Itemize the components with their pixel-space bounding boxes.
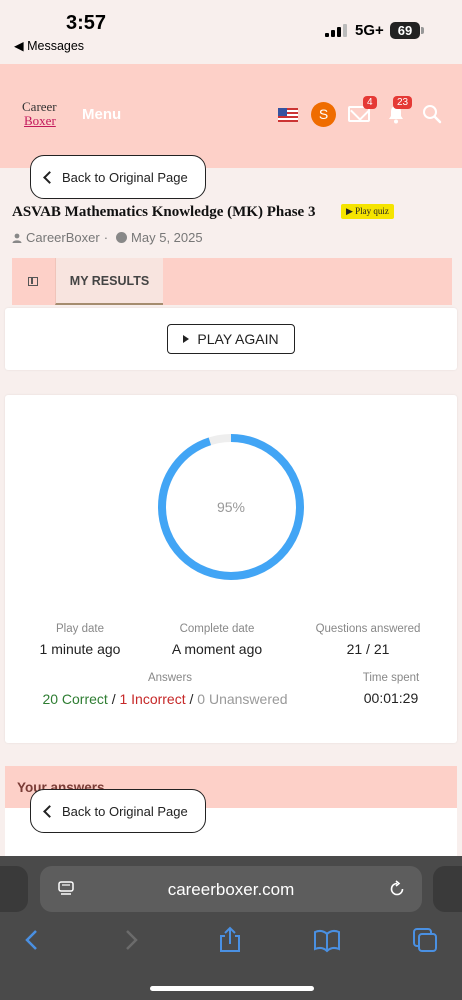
meta-separator: · <box>103 230 109 245</box>
avatar[interactable]: S <box>311 102 336 127</box>
tabs-icon[interactable] <box>411 926 439 954</box>
correct-count: 20 Correct <box>42 691 108 707</box>
signal-icon <box>325 24 347 37</box>
battery-icon: 69 <box>390 22 420 39</box>
quiz-title: ASVAB Mathematics Knowledge (MK) Phase 3 <box>12 204 316 220</box>
play-again-label: PLAY AGAIN <box>197 331 279 347</box>
stat-answers: Answers <box>115 672 225 690</box>
complete-date-value: A moment ago <box>171 641 263 657</box>
back-to-original-page-button[interactable]: Back to Original Page <box>30 155 206 199</box>
search-icon[interactable] <box>422 104 442 124</box>
chevron-left-icon <box>43 804 56 818</box>
quiz-meta: CareerBoxer · May 5, 2025 <box>12 230 203 245</box>
incorrect-count: 1 Incorrect <box>119 691 186 707</box>
url-text: careerboxer.com <box>167 880 295 899</box>
us-flag-icon[interactable] <box>278 108 298 122</box>
quiz-tabs: MY RESULTS <box>12 258 452 305</box>
play-again-card: PLAY AGAIN <box>5 308 457 370</box>
clock-icon <box>116 232 128 243</box>
back-icon[interactable] <box>18 926 46 954</box>
site-header: Career Boxer Menu S 4 23 <box>0 64 462 168</box>
status-bar: 3:57 ◀ Messages 5G+ 69 <box>0 0 462 64</box>
stat-questions-answered: Questions answered 21 / 21 <box>305 623 431 657</box>
questions-answered-value: 21 / 21 <box>346 641 390 657</box>
bookmarks-icon[interactable] <box>313 926 341 954</box>
play-date-label: Play date <box>56 623 104 635</box>
questions-answered-label: Questions answered <box>315 623 421 635</box>
stat-complete-date: Complete date A moment ago <box>160 623 274 657</box>
share-icon[interactable] <box>216 926 244 954</box>
play-quiz-badge[interactable]: ▶ Play quiz <box>341 204 394 219</box>
back-to-original-page-button-bottom[interactable]: Back to Original Page <box>30 789 206 833</box>
previous-tab-preview[interactable] <box>0 866 28 912</box>
chevron-left-icon <box>43 170 56 184</box>
results-card: 95% Play date 1 minute ago Complete date… <box>5 395 457 743</box>
reload-icon[interactable] <box>388 880 406 898</box>
forward-icon[interactable] <box>117 926 145 954</box>
home-indicator <box>150 986 314 991</box>
answers-label: Answers <box>147 672 193 684</box>
unanswered-count: 0 Unanswered <box>197 691 288 707</box>
answers-slash-1: / <box>111 691 116 707</box>
network-type: 5G+ <box>355 22 384 39</box>
quiz-author[interactable]: CareerBoxer <box>26 230 100 245</box>
play-date-value: 1 minute ago <box>39 641 121 657</box>
careerboxer-logo[interactable]: Career Boxer <box>22 100 57 128</box>
status-time: 3:57 <box>66 12 107 34</box>
score-percent: 95% <box>216 499 246 515</box>
address-bar[interactable]: careerboxer.com <box>40 866 422 912</box>
play-again-button[interactable]: PLAY AGAIN <box>167 324 295 354</box>
stat-play-date: Play date 1 minute ago <box>25 623 135 657</box>
answers-summary: 20 Correct / 1 Incorrect / 0 Unanswered <box>5 691 325 707</box>
complete-date-label: Complete date <box>179 623 255 635</box>
back-button-label: Back to Original Page <box>62 169 188 185</box>
back-to-messages-link[interactable]: ◀ Messages <box>14 38 84 53</box>
next-tab-preview[interactable] <box>433 866 462 912</box>
answers-slash-2: / <box>189 691 194 707</box>
logo-line-1: Career <box>22 99 57 114</box>
time-spent-label: Time spent <box>362 672 420 684</box>
menu-button[interactable]: Menu <box>82 106 121 123</box>
stat-time-spent: Time spent 00:01:29 <box>345 672 437 706</box>
time-spent-value: 00:01:29 <box>363 690 419 706</box>
person-icon <box>12 233 22 243</box>
safari-toolbar: careerboxer.com <box>0 856 462 1000</box>
notification-count-badge: 23 <box>393 96 413 109</box>
mail-count-badge: 4 <box>363 96 377 109</box>
battery-tip <box>421 27 424 34</box>
quiz-date: May 5, 2025 <box>131 230 203 245</box>
tab-my-results[interactable]: MY RESULTS <box>55 258 163 305</box>
play-icon <box>183 335 190 343</box>
quiz-tab-icon[interactable] <box>28 277 38 286</box>
back-button-label: Back to Original Page <box>62 803 188 819</box>
logo-line-2: Boxer <box>24 113 56 128</box>
